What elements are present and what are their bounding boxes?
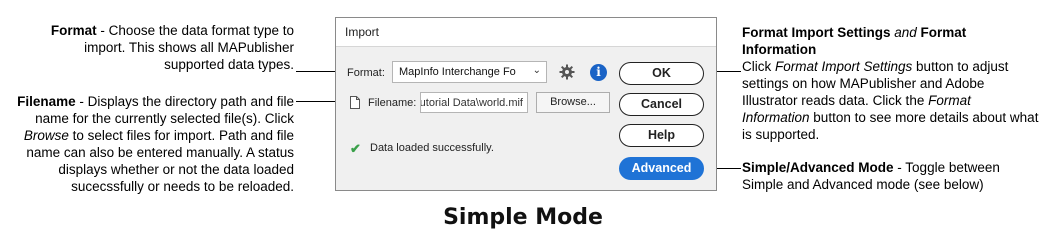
- import-dialog: Import Format: MapInfo Interchange Fo ⌄ …: [335, 17, 717, 191]
- callout-filename-browse: Browse: [23, 128, 69, 143]
- ok-button[interactable]: OK: [619, 62, 704, 85]
- cancel-button[interactable]: Cancel: [619, 93, 704, 116]
- format-dropdown[interactable]: MapInfo Interchange Fo ⌄: [392, 61, 547, 83]
- callout-fmtinfo-title-1: Format Import Settings: [742, 25, 891, 40]
- callout-format: Format - Choose the data format type to …: [30, 22, 294, 73]
- format-dropdown-value: MapInfo Interchange Fo: [399, 66, 516, 78]
- status-text: Data loaded successfully.: [370, 142, 494, 154]
- chevron-down-icon: ⌄: [532, 65, 541, 76]
- callout-mode-title: Simple/Advanced Mode: [742, 160, 894, 175]
- callout-fmtinfo-em-1: Format Import Settings: [775, 59, 913, 74]
- gear-icon[interactable]: [559, 64, 575, 80]
- format-label: Format:: [347, 67, 385, 79]
- filename-field[interactable]: utorial Data\world.mif: [420, 92, 528, 113]
- filename-value: utorial Data\world.mif: [420, 97, 523, 109]
- caption: Simple Mode: [443, 205, 603, 230]
- dialog-title-bar[interactable]: Import: [336, 18, 716, 47]
- advanced-button[interactable]: Advanced: [619, 157, 704, 180]
- callout-filename-title: Filename: [17, 94, 76, 109]
- callout-format-title: Format: [50, 23, 97, 38]
- checkmark-icon: ✔: [350, 141, 361, 156]
- file-icon: [350, 96, 360, 109]
- browse-button[interactable]: Browse...: [536, 92, 610, 113]
- info-icon[interactable]: i: [590, 64, 607, 81]
- callout-fmtinfo-and: and: [890, 25, 921, 40]
- callout-format-info: Format Import Settings and Format Inform…: [742, 24, 1042, 143]
- filename-label: Filename:: [368, 97, 417, 109]
- dialog-title: Import: [345, 25, 380, 39]
- help-button[interactable]: Help: [619, 124, 704, 147]
- callout-format-text: - Choose the data format type to import.…: [84, 23, 294, 72]
- callout-fmtinfo-text-1: Click: [742, 59, 775, 74]
- callout-filename: Filename - Displays the directory path a…: [2, 93, 294, 195]
- callout-mode: Simple/Advanced Mode - Toggle between Si…: [742, 159, 1042, 193]
